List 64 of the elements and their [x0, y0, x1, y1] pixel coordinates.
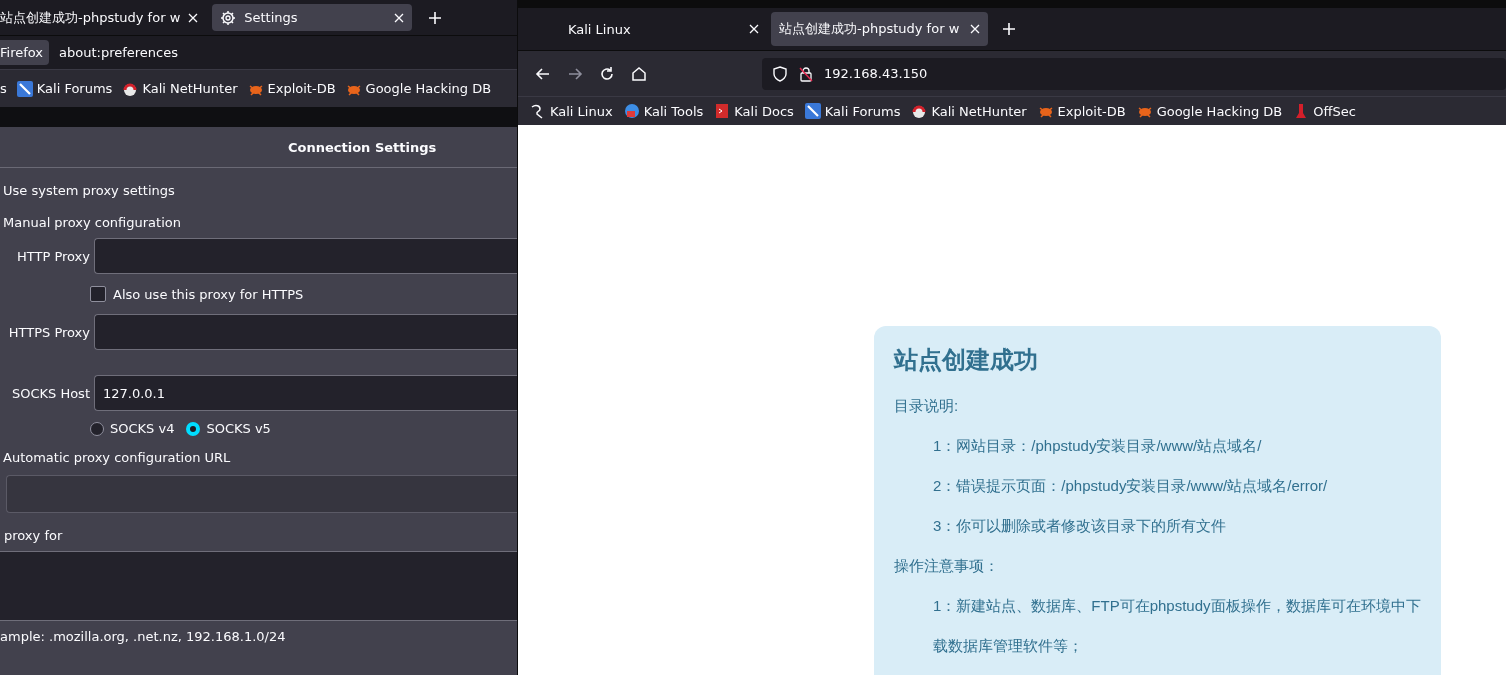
list-item: 2：错误提示页面：/phpstudy安装目录/www/站点域名/error/	[933, 476, 1329, 496]
checkbox[interactable]	[90, 286, 106, 302]
forum-icon	[16, 80, 33, 97]
field-label: HTTP Proxy	[16, 248, 91, 264]
bookmark[interactable]: Kali Linux	[530, 103, 613, 119]
page-heading: 站点创建成功	[894, 346, 1039, 374]
list-item: 3：你可以删除或者修改该目录下的所有文件	[933, 516, 1228, 536]
shield-icon	[772, 65, 788, 82]
dialog-title: Connection Settings	[0, 127, 517, 168]
browser-tab[interactable]: Kali Linux	[550, 12, 767, 46]
close-icon[interactable]	[188, 12, 199, 23]
bookmark[interactable]: Google Hacking DB	[345, 80, 492, 97]
bookmark[interactable]: Kali Forums	[16, 80, 113, 97]
close-icon[interactable]	[970, 24, 980, 34]
home-icon[interactable]	[630, 64, 648, 83]
browser-tab[interactable]: Settings	[212, 4, 413, 31]
forum-icon	[804, 103, 821, 119]
bookmark[interactable]: Exploit-DB	[1037, 103, 1126, 119]
identity-label[interactable]: Firefox	[0, 40, 50, 65]
field-label: proxy for	[4, 528, 64, 543]
hint-text: ample: .mozilla.org, .net.nz, 192.168.1.0/24	[0, 629, 287, 644]
section-heading: 目录说明:	[894, 396, 960, 416]
text-area[interactable]	[0, 551, 517, 621]
option-label[interactable]: Manual proxy configuration	[0, 200, 517, 232]
new-tab-icon[interactable]	[428, 10, 443, 25]
reload-icon[interactable]	[598, 64, 616, 83]
browser-tab[interactable]: 站点创建成功-phpstudy for w	[771, 12, 988, 46]
url-text: about:preferences	[59, 45, 179, 60]
bookmark[interactable]: Kali NetHunter	[122, 80, 238, 97]
url-text: 192.168.43.150	[824, 66, 928, 81]
section-heading: 操作注意事项：	[894, 556, 1000, 576]
radio-button[interactable]	[186, 421, 201, 436]
input-field[interactable]: 127.0.0.1	[94, 375, 517, 411]
close-icon[interactable]	[394, 12, 405, 23]
input-field[interactable]	[6, 475, 517, 513]
list-item: 1：新建站点、数据库、FTP可在phpstudy面板操作，数据库可在环境中下载数据库管理软件等；	[933, 596, 1421, 656]
globe-icon	[623, 103, 640, 119]
settings-icon	[220, 9, 237, 26]
bookmark[interactable]: OffSec	[1293, 103, 1356, 119]
radio-label[interactable]: SOCKS v4	[110, 421, 175, 436]
bookmark[interactable]: Google Hacking DB	[1136, 103, 1283, 119]
bookmark[interactable]: Kali Tools	[623, 103, 704, 119]
address-bar[interactable]: 192.168.43.150	[762, 57, 1506, 90]
option-label[interactable]: Automatic proxy configuration URL	[3, 450, 517, 465]
bookmark[interactable]: Exploit-DB	[247, 80, 336, 97]
list-item: 1：网站目录：/phpstudy安装目录/www/站点域名/	[933, 436, 1263, 456]
insecure-lock-icon	[798, 65, 814, 82]
bookmark[interactable]: Kali Forums	[804, 103, 901, 119]
checkbox-label[interactable]: Also use this proxy for HTTPS	[113, 286, 304, 302]
radio-label[interactable]: SOCKS v5	[206, 421, 271, 436]
input-field[interactable]	[94, 314, 517, 350]
bookmark[interactable]: s	[0, 81, 7, 96]
nethunter-icon	[911, 103, 928, 119]
new-tab-icon[interactable]	[1002, 22, 1016, 36]
field-label: HTTPS Proxy	[7, 324, 91, 340]
close-icon[interactable]	[749, 24, 759, 34]
field-label: SOCKS Host	[10, 385, 91, 401]
input-field[interactable]	[94, 238, 517, 274]
radio-button[interactable]	[90, 421, 104, 436]
document-icon	[714, 103, 731, 119]
option-label[interactable]: Use system proxy settings	[0, 168, 517, 200]
browser-tab[interactable]: 站点创建成功-phpstudy for w	[0, 4, 207, 31]
bookmark[interactable]: Kali Docs	[714, 103, 794, 119]
bookmark[interactable]: Kali NetHunter	[911, 103, 1027, 119]
